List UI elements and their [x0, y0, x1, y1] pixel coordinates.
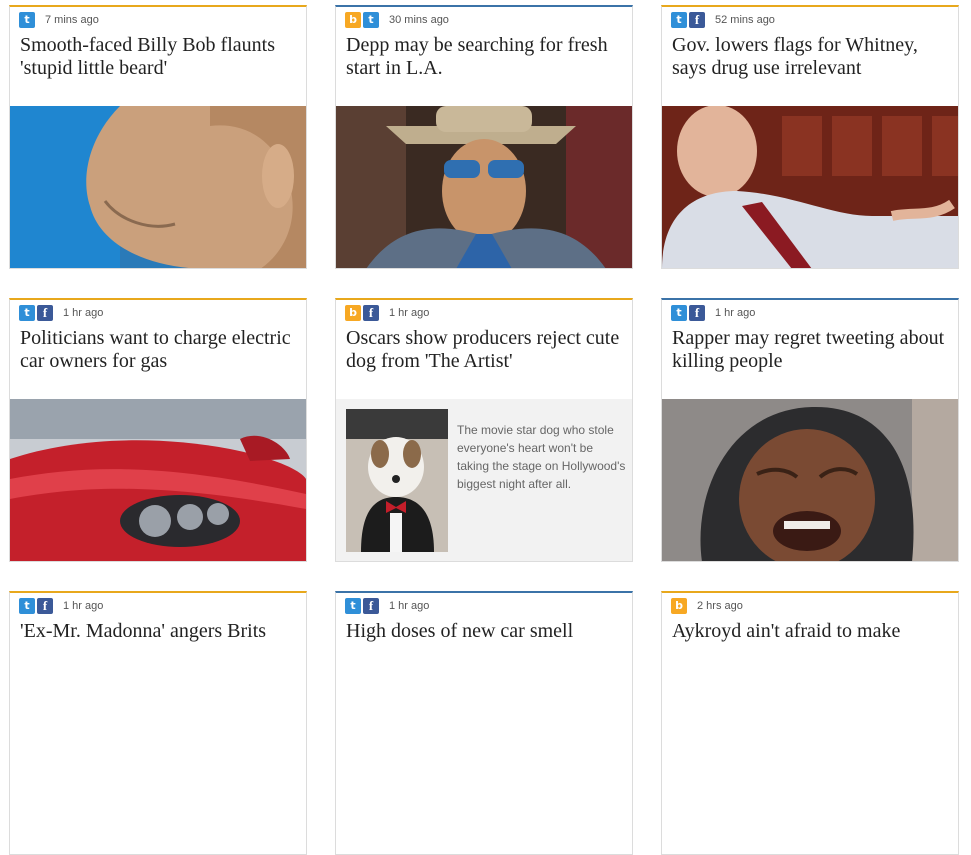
headline-link[interactable]: Smooth-faced Billy Bob flaunts 'stupid l…: [20, 34, 302, 80]
news-card[interactable]: b 2 hrs ago Aykroyd ain't afraid to make: [661, 591, 959, 855]
headline-link[interactable]: Gov. lowers flags for Whitney, says drug…: [672, 34, 954, 80]
news-card[interactable]: b f 1 hr ago Oscars show producers rejec…: [335, 298, 633, 562]
timestamp: 1 hr ago: [63, 600, 104, 612]
timestamp: 1 hr ago: [715, 307, 756, 319]
headline-link[interactable]: 'Ex-Mr. Madonna' angers Brits: [20, 620, 302, 643]
twitter-icon: t: [363, 12, 379, 28]
story-photo[interactable]: [10, 106, 306, 269]
twitter-icon: t: [19, 598, 35, 614]
timestamp: 7 mins ago: [45, 14, 99, 26]
timestamp: 52 mins ago: [715, 14, 775, 26]
headline-link[interactable]: High doses of new car smell: [346, 620, 628, 643]
timestamp: 1 hr ago: [389, 307, 430, 319]
news-card[interactable]: t 7 mins ago Smooth-faced Billy Bob flau…: [9, 5, 307, 269]
card-meta: b t 30 mins ago: [345, 12, 449, 28]
story-photo[interactable]: [662, 399, 958, 562]
card-meta: b 2 hrs ago: [671, 598, 743, 614]
facebook-icon: f: [363, 598, 379, 614]
story-thumbnail[interactable]: [346, 409, 448, 552]
card-meta: t f 52 mins ago: [671, 12, 775, 28]
twitter-icon: t: [19, 305, 35, 321]
card-meta: t f 1 hr ago: [19, 305, 103, 321]
headline-link[interactable]: Politicians want to charge electric car …: [20, 327, 302, 373]
twitter-icon: t: [345, 598, 361, 614]
story-photo[interactable]: [336, 106, 632, 269]
twitter-icon: t: [19, 12, 35, 28]
bing-icon: b: [671, 598, 687, 614]
card-meta: t f 1 hr ago: [671, 305, 755, 321]
card-meta: t 7 mins ago: [19, 12, 99, 28]
facebook-icon: f: [689, 305, 705, 321]
card-meta: b f 1 hr ago: [345, 305, 429, 321]
bing-icon: b: [345, 12, 361, 28]
twitter-icon: t: [671, 305, 687, 321]
card-meta: t f 1 hr ago: [345, 598, 429, 614]
headline-link[interactable]: Depp may be searching for fresh start in…: [346, 34, 628, 80]
headline-link[interactable]: Aykroyd ain't afraid to make: [672, 620, 954, 643]
timestamp: 1 hr ago: [63, 307, 104, 319]
timestamp: 2 hrs ago: [697, 600, 743, 612]
headline-link[interactable]: Oscars show producers reject cute dog fr…: [346, 327, 628, 373]
news-card[interactable]: t f 52 mins ago Gov. lowers flags for Wh…: [661, 5, 959, 269]
timestamp: 30 mins ago: [389, 14, 449, 26]
news-card[interactable]: t f 1 hr ago 'Ex-Mr. Madonna' angers Bri…: [9, 591, 307, 855]
story-photo[interactable]: [10, 399, 306, 562]
facebook-icon: f: [363, 305, 379, 321]
news-card[interactable]: t f 1 hr ago High doses of new car smell: [335, 591, 633, 855]
news-card[interactable]: t f 1 hr ago Politicians want to charge …: [9, 298, 307, 562]
news-card[interactable]: t f 1 hr ago Rapper may regret tweeting …: [661, 298, 959, 562]
twitter-icon: t: [671, 12, 687, 28]
news-card[interactable]: b t 30 mins ago Depp may be searching fo…: [335, 5, 633, 269]
timestamp: 1 hr ago: [389, 600, 430, 612]
headline-link[interactable]: Rapper may regret tweeting about killing…: [672, 327, 954, 373]
facebook-icon: f: [37, 598, 53, 614]
card-meta: t f 1 hr ago: [19, 598, 103, 614]
bing-icon: b: [345, 305, 361, 321]
facebook-icon: f: [689, 12, 705, 28]
teaser-text: The movie star dog who stole everyone's …: [457, 423, 626, 491]
story-teaser: The movie star dog who stole everyone's …: [336, 399, 632, 561]
story-photo[interactable]: [662, 106, 958, 269]
facebook-icon: f: [37, 305, 53, 321]
